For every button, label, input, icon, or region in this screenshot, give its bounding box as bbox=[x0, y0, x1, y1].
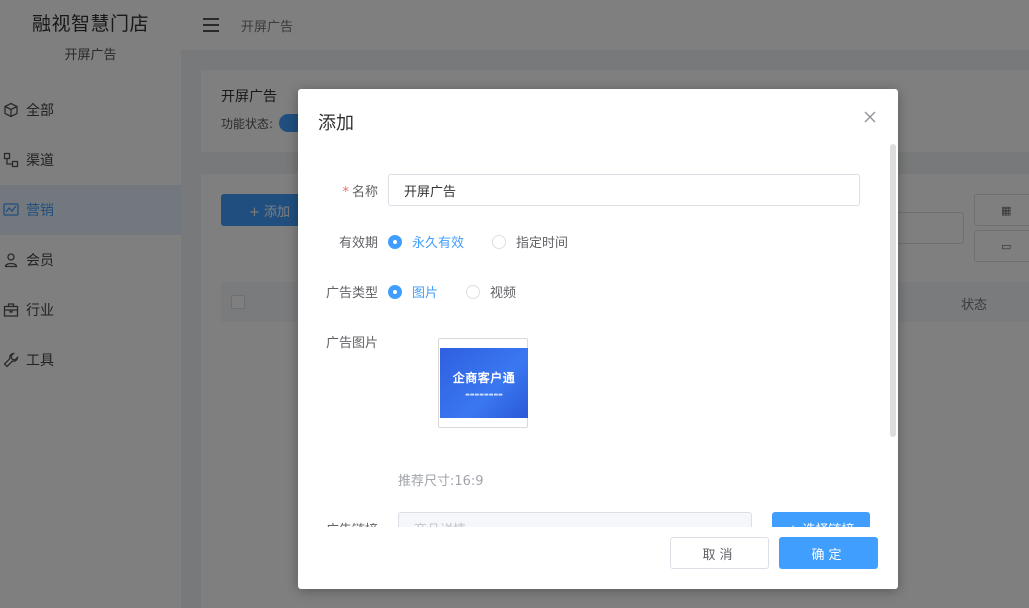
name-label: * 名称 bbox=[342, 184, 378, 200]
radio-specified-time[interactable]: 指定时间 bbox=[492, 232, 568, 251]
ad-image-row: 广告图片 bbox=[298, 332, 388, 351]
size-hint: 推荐尺寸:16:9 bbox=[398, 474, 484, 489]
ad-image-decoration: ▬▬▬▬▬▬▬▬ bbox=[465, 391, 503, 398]
radio-image[interactable]: 图片 bbox=[388, 282, 438, 301]
name-row: * 名称 开屏广告 bbox=[298, 174, 860, 206]
choose-link-button[interactable]: + 选择链接 bbox=[772, 512, 870, 527]
ad-image-upload[interactable]: 企商客户通 ▬▬▬▬▬▬▬▬ bbox=[438, 338, 528, 428]
dialog-title: 添加 bbox=[318, 113, 354, 134]
radio-video[interactable]: 视频 bbox=[466, 282, 516, 301]
link-label: 广告链接 bbox=[298, 512, 388, 528]
cancel-button[interactable]: 取消 bbox=[670, 537, 769, 569]
dialog-body: * 名称 开屏广告 有效期 永久有效 指定时间 广告类型 图片 视频 广告图片 企… bbox=[298, 159, 898, 527]
dialog-scrollbar[interactable] bbox=[890, 144, 896, 437]
confirm-button[interactable]: 确定 bbox=[779, 537, 878, 569]
name-input[interactable]: 开屏广告 bbox=[388, 174, 860, 206]
close-icon[interactable] bbox=[862, 109, 878, 125]
validity-label: 有效期 bbox=[338, 236, 378, 251]
ad-image-preview: 企商客户通 ▬▬▬▬▬▬▬▬ bbox=[440, 348, 528, 418]
add-dialog: 添加 * 名称 开屏广告 有效期 永久有效 指定时间 广告类型 图片 视频 广告图… bbox=[298, 89, 898, 589]
ad-type-label: 广告类型 bbox=[325, 286, 378, 301]
ad-image-label: 广告图片 bbox=[325, 336, 378, 351]
ad-image-text: 企商客户通 bbox=[452, 370, 516, 385]
radio-permanent[interactable]: 永久有效 bbox=[388, 232, 464, 251]
ad-type-row: 广告类型 图片 视频 bbox=[298, 282, 544, 301]
link-input[interactable]: 商品详情 bbox=[398, 512, 752, 527]
validity-row: 有效期 永久有效 指定时间 bbox=[298, 232, 596, 251]
